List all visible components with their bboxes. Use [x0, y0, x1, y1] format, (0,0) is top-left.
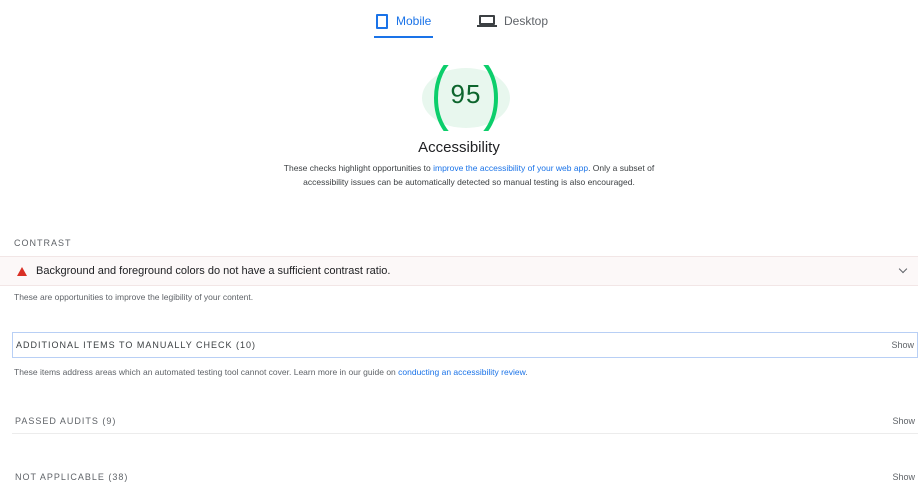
warning-triangle-icon [17, 267, 27, 276]
score-gauge: 95 [419, 65, 513, 132]
improve-accessibility-link[interactable]: improve the accessibility of your web ap… [433, 163, 588, 173]
chevron-down-icon[interactable] [898, 264, 908, 274]
not-applicable-show-button[interactable]: Show [892, 472, 915, 482]
device-tabs: Mobile Desktop [0, 6, 918, 38]
manual-checks-description: These items address areas which an autom… [14, 367, 528, 377]
manual-checks-group[interactable]: ADDITIONAL ITEMS TO MANUALLY CHECK (10) … [12, 332, 918, 358]
category-desc-prefix: These checks highlight opportunities to [283, 163, 434, 173]
manual-desc-suffix: . [525, 367, 528, 377]
not-applicable-group[interactable]: NOT APPLICABLE (38) Show [12, 464, 918, 487]
passed-audits-group[interactable]: PASSED AUDITS (9) Show [12, 408, 918, 434]
phone-icon [376, 13, 388, 29]
tab-mobile[interactable]: Mobile [374, 6, 434, 38]
category-title: Accessibility [418, 139, 500, 156]
contrast-audit-title: Background and foreground colors do not … [36, 265, 391, 277]
active-tab-indicator [374, 36, 434, 38]
contrast-audit-row[interactable]: Background and foreground colors do not … [0, 256, 918, 286]
passed-audits-show-button[interactable]: Show [892, 416, 915, 426]
tab-desktop[interactable]: Desktop [477, 6, 549, 36]
not-applicable-label: NOT APPLICABLE (38) [15, 472, 129, 482]
passed-audits-label: PASSED AUDITS (9) [15, 415, 117, 426]
tab-desktop-label: Desktop [504, 14, 549, 28]
score-value: 95 [450, 79, 482, 109]
manual-checks-show-button[interactable]: Show [891, 340, 914, 350]
category-description: These checks highlight opportunities to … [280, 161, 658, 189]
tab-mobile-label: Mobile [396, 14, 432, 28]
contrast-section-header: CONTRAST [14, 238, 72, 248]
manual-desc-prefix: These items address areas which an autom… [14, 367, 399, 377]
contrast-description: These are opportunities to improve the l… [14, 292, 254, 302]
laptop-icon [477, 15, 497, 27]
accessibility-review-link[interactable]: conducting an accessibility review [398, 367, 525, 377]
manual-checks-label: ADDITIONAL ITEMS TO MANUALLY CHECK (10) [16, 340, 257, 350]
